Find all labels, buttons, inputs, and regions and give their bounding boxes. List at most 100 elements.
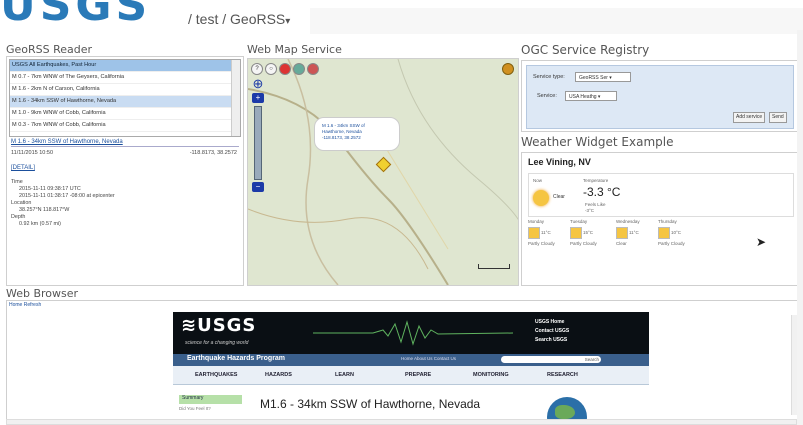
day-temp: 11°C — [541, 230, 551, 235]
depth-label: Depth — [11, 214, 26, 220]
menu-research[interactable]: RESEARCH — [547, 372, 578, 378]
location-label: Location — [11, 200, 32, 206]
zoom-slider[interactable] — [254, 106, 262, 180]
browser-title: Web Browser — [6, 287, 79, 300]
day-temp: 15°C — [583, 230, 594, 235]
topbar — [310, 8, 803, 34]
usgs-links: USGS Home Contact USGS Search USGS — [535, 318, 569, 345]
feed-list[interactable]: USGS All Earthquakes, Past Hour M 0.7 - … — [9, 59, 241, 137]
usgs-home-link[interactable]: USGS Home — [535, 318, 569, 327]
weather-city: Lee Vining, NV — [528, 157, 591, 167]
map-toolbar: ? ○ — [251, 63, 319, 75]
main-menu: EARTHQUAKES HAZARDS LEARN PREPARE MONITO… — [173, 366, 649, 385]
temp-label: Temperature — [583, 178, 609, 183]
weather-now: Now Temperature Clear -3.3 °C Feels Like… — [528, 173, 794, 217]
weather-icon — [570, 227, 582, 239]
globe-tool-icon[interactable] — [293, 63, 305, 75]
current-temp: -3.3 °C — [583, 185, 621, 199]
feed-item[interactable]: M 1.0 - 9km WNW of Cobb, California — [10, 108, 240, 120]
service-select[interactable]: USA Heathg ▾ — [565, 91, 617, 101]
feed-item[interactable]: M 0.7 - 7km WNW of The Geysers, Californ… — [10, 72, 240, 84]
weather-icon — [616, 227, 628, 239]
layer-switcher-icon[interactable] — [502, 63, 514, 75]
menu-monitoring[interactable]: MONITORING — [473, 372, 509, 378]
weather-panel: Lee Vining, NV Now Temperature Clear -3.… — [521, 152, 799, 286]
weather-title: Weather Widget Example — [521, 135, 674, 149]
detail-coords: -118.8173, 38.2572 — [189, 150, 237, 156]
seismogram-graphic — [313, 320, 513, 346]
day-cond: Partly Cloudy — [528, 241, 555, 246]
time-local: 2015-11-11 01:38:17 -08:00 at epicenter — [19, 193, 115, 199]
horizontal-scrollbar[interactable] — [6, 419, 797, 425]
weather-icon — [658, 227, 670, 239]
feed-item-selected[interactable]: M 1.6 - 34km SSW of Hawthorne, Nevada — [10, 96, 240, 108]
popup-line: -118.8173, 38.2572 — [322, 135, 361, 140]
feed-header[interactable]: USGS All Earthquakes, Past Hour — [10, 60, 240, 72]
day-cond: Partly Cloudy — [570, 241, 597, 246]
send-button[interactable]: Send — [769, 112, 787, 123]
summary-tab[interactable]: Summary — [179, 395, 242, 404]
event-title: M1.6 - 34km SSW of Hawthorne, Nevada — [260, 397, 481, 411]
day-cond: Clear — [616, 241, 627, 246]
dyfi-tab[interactable]: Did You Feel It? — [179, 406, 211, 411]
day-name: Tuesday — [570, 219, 588, 224]
logo-fragment: USGS — [0, 0, 152, 31]
globe-icon — [547, 397, 587, 420]
program-bar: Earthquake Hazards Program Home About Us… — [173, 354, 649, 366]
feels-like-value: -3°C — [585, 208, 595, 213]
usgs-logo[interactable]: ≋USGS — [181, 315, 256, 336]
identify-tool-icon[interactable]: ? — [251, 63, 263, 75]
map-panel[interactable]: ? ○ ⊕ + − M 1.6 - 34km SSW of Hawthorne,… — [247, 58, 519, 286]
detail-title[interactable]: M 1.6 - 34km SSW of Hawthorne, Nevada — [11, 139, 239, 147]
feels-like-label: Feels Like — [585, 202, 606, 207]
program-title[interactable]: Earthquake Hazards Program — [187, 355, 285, 362]
menu-hazards[interactable]: HAZARDS — [265, 372, 292, 378]
weather-icon — [528, 227, 540, 239]
feed-item[interactable]: M 1.6 - 2km N of Carson, California — [10, 84, 240, 96]
detail-meta: 11/11/2015 10:50 -118.8173, 38.2572 — [11, 150, 239, 156]
breadcrumb[interactable]: / test / GeoRSS▾ — [188, 11, 290, 27]
menu-prepare[interactable]: PREPARE — [405, 372, 431, 378]
search-usgs-link[interactable]: Search USGS — [535, 336, 569, 345]
mouse-cursor-icon: ➤ — [756, 235, 767, 249]
detail-date: 11/11/2015 10:50 — [11, 150, 54, 156]
map-popup[interactable]: M 1.6 - 34km SSW of Hawthorne, Nevada -1… — [314, 117, 400, 151]
ogc-panel: Service type: GeoRSS Ser ▾ Service: USA … — [521, 60, 799, 132]
depth-value: 0.92 km (0.57 mi) — [19, 221, 61, 227]
condition: Clear — [553, 194, 565, 200]
breadcrumb-text[interactable]: / test / GeoRSS — [188, 11, 285, 27]
time-label: Time — [11, 179, 23, 185]
feed-scrollbar[interactable] — [231, 60, 240, 136]
detail-link[interactable]: [DETAIL] — [11, 165, 35, 171]
day-name: Thursday — [658, 219, 677, 224]
service-type-select[interactable]: GeoRSS Ser ▾ — [575, 72, 631, 82]
pan-icon[interactable]: ⊕ — [251, 77, 265, 91]
menu-learn[interactable]: LEARN — [335, 372, 354, 378]
add-service-button[interactable]: Add service — [733, 112, 766, 123]
contact-usgs-link[interactable]: Contact USGS — [535, 327, 569, 336]
page-scrollbar[interactable] — [797, 30, 803, 425]
forecast-day: Thursday 10°C Partly Cloudy — [658, 219, 718, 251]
search-tool-icon[interactable]: ○ — [265, 63, 277, 75]
georss-title: GeoRSS Reader — [6, 43, 93, 56]
zoom-in-button[interactable]: + — [252, 93, 264, 103]
program-links[interactable]: Home About Us Contact Us — [401, 356, 456, 361]
location-value: 38.257°N 118.817°W — [19, 207, 70, 213]
pin-tool-icon[interactable] — [279, 63, 291, 75]
zoom-out-button[interactable]: − — [252, 182, 264, 192]
now-label: Now — [533, 178, 543, 183]
feed-item[interactable]: M 0.3 - 7km WNW of Cobb, California — [10, 120, 240, 132]
search-input[interactable]: Search — [501, 356, 601, 363]
day-temp: 10°C — [671, 230, 682, 235]
browser-nav[interactable]: Home Refresh — [9, 302, 41, 308]
menu-earthquakes[interactable]: EARTHQUAKES — [195, 372, 237, 378]
sun-icon — [533, 190, 549, 206]
day-name: Wednesday — [616, 219, 640, 224]
zoom-control: ⊕ + − — [251, 77, 265, 194]
detail-body: Time 2015-11-11 09:38:17 UTC 2015-11-11 … — [11, 179, 115, 228]
day-name: Monday — [528, 219, 545, 224]
print-tool-icon[interactable] — [307, 63, 319, 75]
chevron-down-icon[interactable]: ▾ — [285, 16, 290, 27]
day-temp: 11°C — [629, 230, 639, 235]
browser-panel: Home Refresh ≋USGS science for a changin… — [6, 300, 799, 421]
